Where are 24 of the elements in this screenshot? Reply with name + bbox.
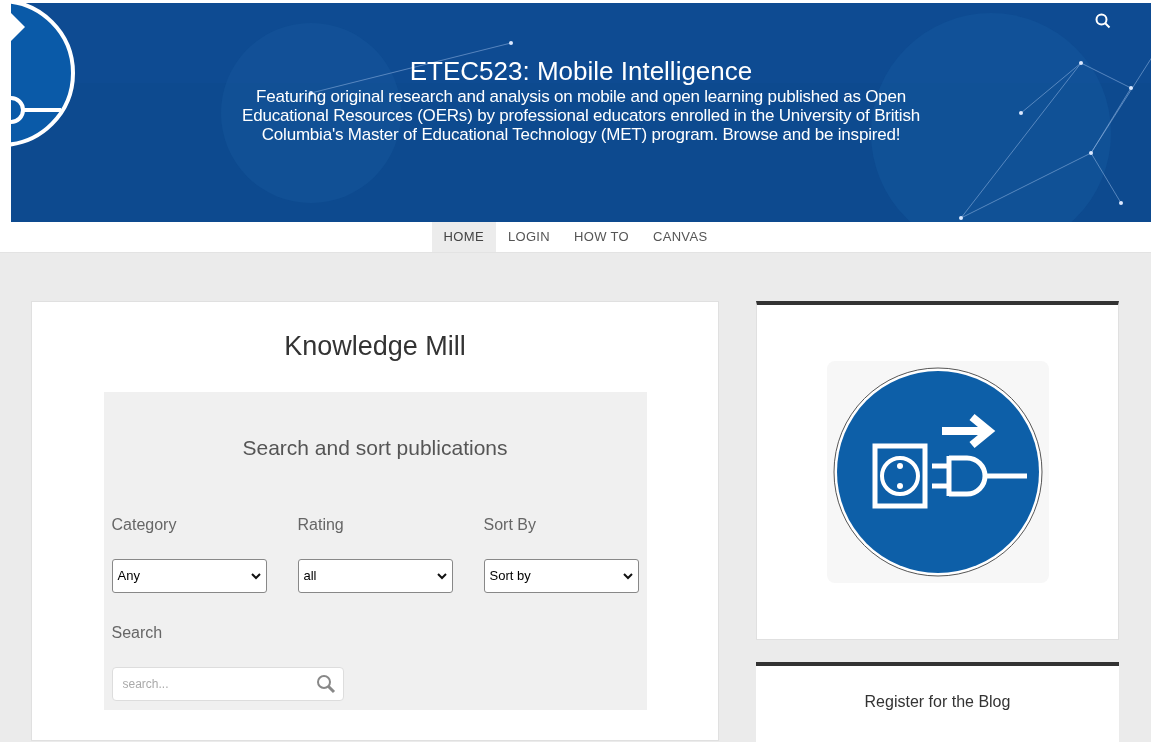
- chevron-down-icon: [436, 572, 447, 580]
- search-icon[interactable]: [1095, 13, 1111, 29]
- nav-link[interactable]: LOGIN: [495, 222, 562, 252]
- filter-select[interactable]: Any: [111, 559, 267, 593]
- site-title: ETEC523: Mobile Intelligence: [409, 55, 753, 87]
- filter-select[interactable]: Sort by: [483, 559, 639, 593]
- search-label: Search: [111, 623, 164, 643]
- filter-select[interactable]: all: [297, 559, 453, 593]
- filter-label: Sort By: [483, 515, 537, 535]
- select-value: all: [303, 567, 317, 586]
- widget-title: Register for the Blog: [864, 692, 1011, 712]
- chevron-down-icon: [250, 572, 261, 580]
- page-title: Knowledge Mill: [284, 330, 466, 363]
- search-field[interactable]: search...: [111, 667, 344, 701]
- site-tagline: Featuring original research and analysis on mobile and open learning published as Open Educational Resources (OERs) by professional educators enrolled in the University of British Columbia's Master of Educational Technology (MET) program. Browse and be inspired!: [241, 87, 921, 144]
- filter-label: Category: [111, 515, 178, 535]
- filter-label: Rating: [297, 515, 345, 535]
- select-value: Sort by: [489, 567, 531, 586]
- nav-link[interactable]: CANVAS: [640, 222, 720, 252]
- panel-heading: Search and sort publications: [241, 434, 509, 461]
- chevron-down-icon: [622, 572, 633, 580]
- select-value: Any: [117, 567, 140, 586]
- nav-link[interactable]: HOME: [431, 222, 496, 252]
- nav-link[interactable]: HOW TO: [562, 222, 641, 252]
